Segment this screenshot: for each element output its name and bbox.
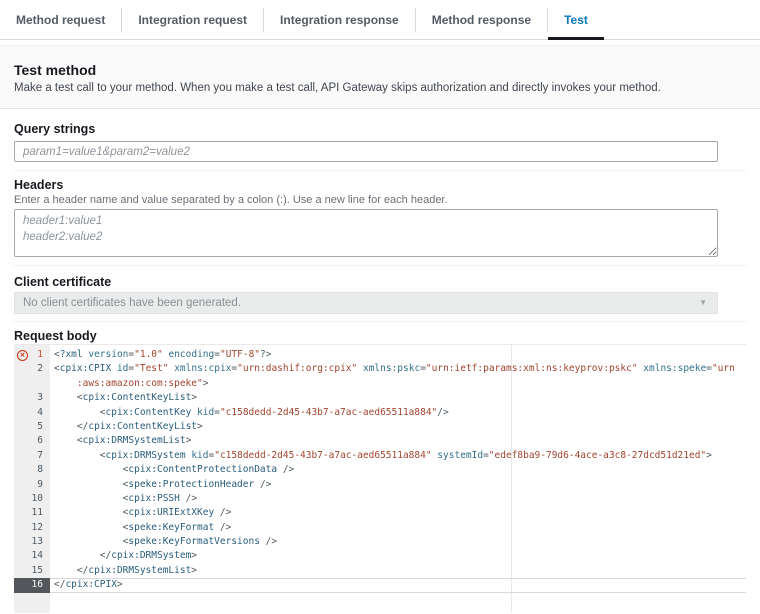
headers-label: Headers — [14, 178, 746, 193]
gutter-cell: 16 — [14, 578, 50, 592]
chevron-down-icon: ▼ — [699, 298, 707, 307]
gutter-cell: 2 — [14, 362, 50, 376]
tab-test[interactable]: Test — [548, 0, 604, 40]
gutter-cell: 13 — [14, 535, 50, 549]
line-number: 16 — [32, 579, 43, 590]
code-line: <speke:ProtectionHeader /> — [50, 478, 746, 492]
code-line: <cpix:PSSH /> — [50, 492, 746, 506]
gutter-cell — [14, 377, 50, 391]
gutter-cell: 10 — [14, 492, 50, 506]
gutter-cell: 12 — [14, 521, 50, 535]
gutter-cell: 6 — [14, 434, 50, 448]
line-number: 13 — [32, 536, 43, 547]
request-body-editor[interactable]: ✕12345678910111213141516 <?xml version="… — [14, 344, 746, 613]
line-number: 7 — [37, 450, 43, 461]
tab-integration-response[interactable]: Integration response — [264, 0, 415, 40]
tab-integration-request[interactable]: Integration request — [122, 0, 263, 40]
code-line: <cpix:CPIX id="Test" xmlns:cpix="urn:das… — [50, 362, 746, 376]
tab-method-response[interactable]: Method response — [416, 0, 547, 40]
page-title: Test method — [14, 62, 746, 78]
code-line: <speke:KeyFormatVersions /> — [50, 535, 746, 549]
tab-bar: Method request Integration request Integ… — [0, 0, 760, 40]
code-line: <cpix:URIExtXKey /> — [50, 506, 746, 520]
editor-code[interactable]: <?xml version="1.0" encoding="UTF-8"?><c… — [50, 345, 746, 613]
section-divider — [14, 321, 746, 322]
page-description: Make a test call to your method. When yo… — [14, 82, 746, 95]
gutter-cell: 7 — [14, 449, 50, 463]
gutter-cell: 5 — [14, 420, 50, 434]
gutter-cell: 8 — [14, 463, 50, 477]
error-icon: ✕ — [17, 350, 28, 361]
query-strings-label: Query strings — [14, 122, 746, 137]
code-line: <cpix:ContentProtectionData /> — [50, 463, 746, 477]
code-line: </cpix:DRMSystem> — [50, 549, 746, 563]
code-line: </cpix:DRMSystemList> — [50, 564, 746, 578]
line-number: 15 — [32, 565, 43, 576]
query-strings-input[interactable] — [14, 141, 718, 162]
test-method-header: Test method Make a test call to your met… — [0, 45, 760, 109]
code-line: <?xml version="1.0" encoding="UTF-8"?> — [50, 348, 746, 362]
request-body-label: Request body — [14, 329, 746, 344]
client-certificate-value: No client certificates have been generat… — [23, 297, 241, 309]
gutter-cell: 11 — [14, 506, 50, 520]
line-number: 9 — [37, 479, 43, 490]
code-line: </cpix:ContentKeyList> — [50, 420, 746, 434]
section-divider — [14, 170, 746, 171]
line-number: 1 — [37, 349, 43, 360]
gutter-cell: 4 — [14, 406, 50, 420]
line-number: 4 — [37, 407, 43, 418]
headers-textarea[interactable] — [14, 209, 718, 257]
line-number: 14 — [32, 550, 43, 561]
tab-method-request[interactable]: Method request — [0, 0, 121, 40]
line-number: 8 — [37, 464, 43, 475]
code-line: <cpix:DRMSystemList> — [50, 434, 746, 448]
line-number: 2 — [37, 363, 43, 374]
section-divider — [14, 265, 746, 266]
gutter-cell: 9 — [14, 478, 50, 492]
line-number: 5 — [37, 421, 43, 432]
line-number: 11 — [32, 507, 43, 518]
line-number: 3 — [37, 392, 43, 403]
code-line: </cpix:CPIX> — [50, 578, 746, 592]
code-line: :aws:amazon:com:speke"> — [50, 377, 746, 391]
gutter-cell: 15 — [14, 564, 50, 578]
line-number: 10 — [32, 493, 43, 504]
code-line: <cpix:ContentKeyList> — [50, 391, 746, 405]
code-line: <cpix:DRMSystem kid="c158dedd-2d45-43b7-… — [50, 449, 746, 463]
client-certificate-label: Client certificate — [14, 275, 746, 290]
line-number: 12 — [32, 522, 43, 533]
gutter-cell: 14 — [14, 549, 50, 563]
client-certificate-select[interactable]: No client certificates have been generat… — [14, 292, 718, 314]
editor-gutter: ✕12345678910111213141516 — [14, 345, 50, 613]
code-line: <speke:KeyFormat /> — [50, 521, 746, 535]
gutter-cell: 3 — [14, 391, 50, 405]
line-number: 6 — [37, 435, 43, 446]
gutter-cell: ✕1 — [14, 348, 50, 362]
headers-hint: Enter a header name and value separated … — [14, 194, 746, 206]
code-line: <cpix:ContentKey kid="c158dedd-2d45-43b7… — [50, 406, 746, 420]
